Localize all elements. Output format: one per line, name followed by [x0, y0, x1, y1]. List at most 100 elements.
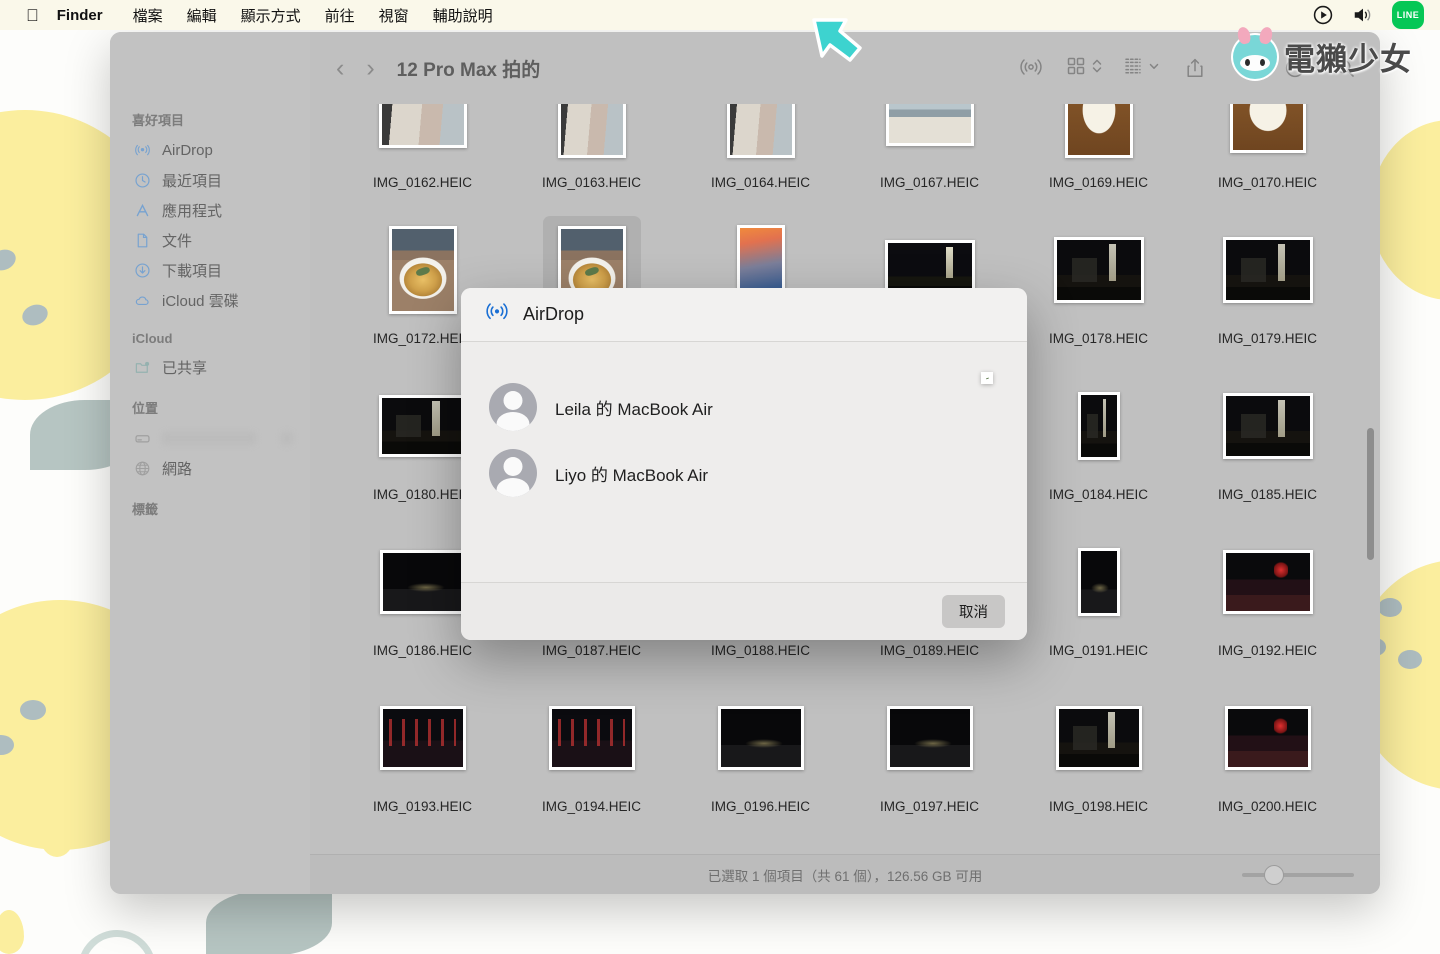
file-thumbnail[interactable] [1183, 218, 1352, 322]
file-item[interactable]: IMG_0198.HEIC [1014, 680, 1183, 836]
menu-item-go[interactable]: 前往 [325, 5, 355, 26]
file-thumbnail[interactable] [1014, 530, 1183, 634]
file-thumbnail[interactable] [1014, 686, 1183, 790]
file-item[interactable] [338, 836, 507, 854]
file-item[interactable] [507, 836, 676, 854]
list-view-icon[interactable] [1123, 56, 1143, 81]
file-thumbnail[interactable] [507, 842, 676, 854]
view-options-chevron-icon[interactable] [1091, 54, 1103, 83]
file-item[interactable]: IMG_0184.HEIC [1014, 368, 1183, 524]
file-thumbnail[interactable] [1014, 374, 1183, 478]
apple-logo-icon[interactable]:  [26, 7, 39, 24]
file-thumbnail[interactable] [845, 686, 1014, 790]
file-item[interactable]: IMG_0193.HEIC [338, 680, 507, 836]
cancel-button[interactable]: 取消 [942, 595, 1005, 628]
airdrop-recipient[interactable]: Leila 的 MacBook Air [489, 374, 1027, 440]
sidebar-section-locations-header: 位置 [132, 401, 159, 416]
file-thumbnail[interactable] [845, 104, 1014, 166]
airdrop-recipient-list: Leila 的 MacBook Air Liyo 的 MacBook Air [461, 342, 1027, 582]
zoom-slider[interactable] [1242, 864, 1354, 885]
file-item[interactable] [845, 836, 1014, 854]
shared-folder-icon [134, 359, 151, 376]
file-item[interactable] [1014, 836, 1183, 854]
menu-item-view[interactable]: 顯示方式 [241, 5, 301, 26]
file-item[interactable]: IMG_0164.HEIC [676, 104, 845, 212]
file-thumbnail[interactable] [507, 686, 676, 790]
menu-item-window[interactable]: 視窗 [379, 5, 409, 26]
file-thumbnail[interactable] [338, 842, 507, 854]
file-thumbnail[interactable] [1183, 686, 1352, 790]
sidebar-item-downloads[interactable]: 下載項目 [110, 255, 310, 285]
file-item[interactable]: IMG_0178.HEIC [1014, 212, 1183, 368]
file-thumbnail[interactable] [338, 686, 507, 790]
photo-preview [1225, 396, 1310, 456]
file-thumbnail[interactable] [1014, 104, 1183, 166]
sidebar-item-icloud-drive[interactable]: iCloud 雲碟 [110, 285, 310, 315]
file-thumbnail[interactable] [1183, 842, 1352, 854]
photo-preview [381, 398, 464, 454]
file-item[interactable]: IMG_0170.HEIC [1183, 104, 1352, 212]
file-thumbnail[interactable] [676, 104, 845, 166]
file-thumbnail[interactable] [845, 842, 1014, 854]
file-item[interactable] [676, 836, 845, 854]
sidebar-item-eject-redacted [281, 431, 293, 445]
share-icon[interactable] [1180, 55, 1210, 81]
menu-item-help[interactable]: 輔助說明 [433, 5, 493, 26]
file-item[interactable]: IMG_0192.HEIC [1183, 524, 1352, 680]
mascot-icon [1233, 34, 1277, 79]
group-chevron-icon[interactable] [1148, 54, 1160, 83]
line-status-icon[interactable]: LINE [1392, 1, 1424, 29]
file-item[interactable] [1183, 836, 1352, 854]
photo-preview [551, 709, 632, 767]
file-item[interactable]: IMG_0167.HEIC [845, 104, 1014, 212]
file-item[interactable]: IMG_0185.HEIC [1183, 368, 1352, 524]
file-thumbnail[interactable] [1014, 218, 1183, 322]
file-item[interactable]: IMG_0197.HEIC [845, 680, 1014, 836]
annotation-arrow-icon [806, 18, 872, 80]
file-thumbnail[interactable] [676, 686, 845, 790]
sidebar-item-network[interactable]: 網路 [110, 453, 310, 483]
file-item[interactable]: IMG_0200.HEIC [1183, 680, 1352, 836]
airdrop-toolbar-button[interactable] [1016, 55, 1046, 81]
file-item[interactable]: IMG_0169.HEIC [1014, 104, 1183, 212]
sidebar-item-disk[interactable] [110, 423, 310, 453]
sidebar-item-airdrop[interactable]: AirDrop [110, 135, 310, 165]
file-item[interactable]: IMG_0194.HEIC [507, 680, 676, 836]
volume-icon[interactable] [1352, 4, 1374, 26]
sidebar-item-shared[interactable]: 已共享 [110, 352, 310, 382]
photo-preview [382, 709, 463, 767]
list-view-group[interactable] [1123, 54, 1160, 83]
menu-app-name[interactable]: Finder [57, 7, 103, 24]
file-thumbnail[interactable] [507, 104, 676, 166]
forward-button[interactable]: › [366, 54, 374, 83]
file-thumbnail[interactable] [1183, 374, 1352, 478]
file-thumbnail[interactable] [338, 104, 507, 166]
sidebar-item-applications[interactable]: 應用程式 [110, 195, 310, 225]
file-thumbnail[interactable] [1014, 842, 1183, 854]
sidebar-item-recents[interactable]: 最近項目 [110, 165, 310, 195]
file-item[interactable]: IMG_0196.HEIC [676, 680, 845, 836]
airdrop-dialog: AirDrop Leila 的 MacBook Air Liyo 的 MacBo… [461, 288, 1027, 640]
menu-item-file[interactable]: 檔案 [133, 5, 163, 26]
file-thumbnail[interactable] [676, 842, 845, 854]
file-item[interactable]: IMG_0162.HEIC [338, 104, 507, 212]
thumbnail-frame [548, 706, 635, 770]
airdrop-recipient[interactable]: Liyo 的 MacBook Air [489, 440, 1027, 506]
icon-view-icon[interactable] [1066, 56, 1086, 81]
menu-item-edit[interactable]: 編輯 [187, 5, 217, 26]
file-item[interactable]: IMG_0179.HEIC [1183, 212, 1352, 368]
window-scrollbar[interactable] [1367, 428, 1374, 560]
sidebar-item-documents[interactable]: 文件 [110, 225, 310, 255]
file-item[interactable]: IMG_0163.HEIC [507, 104, 676, 212]
file-item[interactable]: IMG_0191.HEIC [1014, 524, 1183, 680]
play-circle-icon[interactable] [1312, 4, 1334, 26]
file-thumbnail[interactable] [1183, 104, 1352, 166]
photo-preview [1232, 104, 1303, 150]
back-button[interactable]: ‹ [336, 54, 344, 83]
photo-preview [1056, 240, 1141, 300]
file-name: IMG_0193.HEIC [372, 799, 473, 814]
zoom-slider-knob[interactable] [1264, 864, 1284, 885]
file-thumbnail[interactable] [1183, 530, 1352, 634]
icon-view-group[interactable] [1066, 54, 1103, 83]
file-name: IMG_0172.HEIC [372, 331, 473, 346]
